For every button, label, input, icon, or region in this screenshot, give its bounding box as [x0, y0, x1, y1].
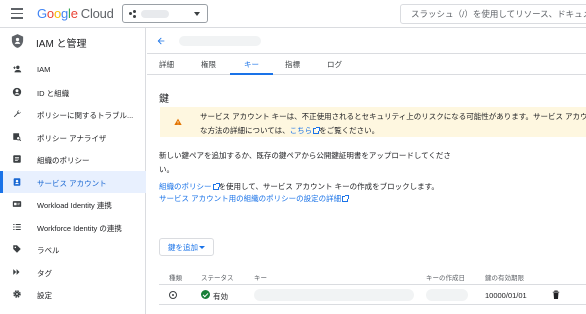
warning-line-2: な方法の詳細については、こちら をご覧ください。 — [200, 126, 380, 135]
project-picker[interactable] — [122, 4, 208, 23]
sidebar-item-iam[interactable]: IAM — [0, 58, 146, 81]
sidebar-item-policy-troubleshooter[interactable]: ポリシーに関するトラブル... — [0, 103, 146, 126]
warning-text: サービス アカウント キーは、不正使用されるとセキュリティ上のリスクになる可能性… — [200, 110, 586, 138]
list-box-icon — [12, 154, 22, 164]
sidebar-item-tags[interactable]: タグ — [0, 261, 146, 284]
person-add-icon — [12, 64, 22, 74]
chevron-down-icon — [199, 246, 205, 249]
sidebar-item-workforce-identity[interactable]: Workforce Identity の連携 — [0, 216, 146, 239]
warning-banner: サービス アカウント キーは、不正使用されるとセキュリティ上のリスクになる可能性… — [160, 107, 586, 137]
warning-icon — [174, 118, 182, 125]
table-header: 種類 ステータス キー キーの作成日 鍵の有効期限 — [159, 268, 586, 285]
shield-icon — [11, 34, 24, 48]
key-description: 新しい鍵ペアを追加するか、既存の鍵ペアから公開鍵証明書をアップロードしてください… — [159, 151, 451, 174]
external-link-icon — [212, 183, 220, 190]
warning-line-1: サービス アカウント キーは、不正使用されるとセキュリティ上のリスクになる可能性… — [200, 112, 586, 121]
project-name-redacted — [141, 10, 169, 18]
service-account-icon — [12, 177, 22, 187]
back-arrow-icon[interactable] — [156, 36, 166, 46]
section-title: 鍵 — [159, 94, 169, 105]
learn-more-link[interactable]: こちら — [290, 126, 313, 135]
page-title-redacted — [179, 36, 261, 46]
tab-bar: 詳細 権限 キー 指標 ログ — [147, 55, 586, 75]
column-expiry: 鍵の有効期限 — [485, 275, 524, 282]
hamburger-menu-icon[interactable] — [11, 8, 23, 19]
gear-icon — [12, 289, 22, 299]
sidebar-item-settings[interactable]: 設定 — [0, 283, 146, 306]
sidebar-item-labels[interactable]: ラベル — [0, 238, 146, 261]
top-bar: Google Cloud — [0, 0, 586, 28]
key-id-redacted — [254, 289, 414, 301]
sidebar-item-policy-analyzer[interactable]: ポリシー アナライザ — [0, 126, 146, 149]
main-content: 詳細 権限 キー 指標 ログ 鍵 サービス アカウント キーは、不正使用されると… — [147, 28, 586, 314]
list-icon — [12, 222, 22, 232]
add-key-button[interactable]: 鍵を追加 — [159, 238, 214, 256]
id-card-icon — [12, 199, 22, 209]
policy-detail-line: サービス アカウント用の組織のポリシーの設定の詳細 — [159, 193, 350, 205]
sidebar: IAM と管理 IAM ID と組織 ポリシーに関するトラブル... ポリシー … — [0, 28, 146, 314]
column-key: キー — [254, 275, 267, 282]
status-text: 有効 — [213, 292, 228, 301]
sidebar-item-id-and-org[interactable]: ID と組織 — [0, 81, 146, 104]
expiry-date: 10000/01/01 — [485, 291, 527, 300]
sidebar-item-service-accounts[interactable]: サービス アカウント — [0, 170, 146, 193]
key-type-icon — [169, 291, 177, 299]
tab-keys[interactable]: キー — [230, 59, 273, 75]
delete-icon[interactable] — [552, 290, 560, 300]
google-cloud-logo[interactable]: Google Cloud — [37, 6, 114, 21]
tag-icon — [12, 267, 22, 277]
tab-details[interactable]: 詳細 — [159, 59, 174, 75]
tab-logs[interactable]: ログ — [327, 59, 342, 75]
label-icon — [12, 244, 22, 254]
account-circle-icon — [12, 87, 22, 97]
sidebar-item-workload-identity[interactable]: Workload Identity 連携 — [0, 193, 146, 216]
column-type: 種類 — [169, 275, 182, 282]
column-status: ステータス — [201, 275, 234, 282]
org-policy-link[interactable]: 組織のポリシー — [159, 182, 212, 191]
chevron-down-icon — [194, 12, 200, 16]
column-created: キーの作成日 — [426, 275, 465, 282]
tab-permissions[interactable]: 権限 — [201, 59, 216, 75]
created-date-redacted — [426, 289, 468, 301]
check-circle-icon — [201, 290, 210, 299]
search-box[interactable] — [400, 4, 586, 24]
sidebar-header: IAM と管理 — [0, 28, 145, 54]
policy-search-icon — [12, 132, 22, 142]
policy-line: 組織のポリシー を使用して、サービス アカウント キーの作成をブロックします。 — [159, 182, 439, 191]
project-icon — [129, 10, 137, 18]
sidebar-title: IAM と管理 — [36, 39, 87, 50]
search-input[interactable] — [401, 5, 586, 23]
external-link-icon — [342, 195, 350, 202]
sidebar-item-org-policies[interactable]: 組織のポリシー — [0, 148, 146, 171]
tab-metrics[interactable]: 指標 — [285, 59, 300, 75]
page-header — [147, 28, 586, 54]
table-row: 有効 10000/01/01 — [159, 285, 586, 305]
policy-detail-link[interactable]: サービス アカウント用の組織のポリシーの設定の詳細 — [159, 194, 341, 203]
external-link-icon — [313, 127, 321, 134]
wrench-icon — [12, 109, 22, 119]
